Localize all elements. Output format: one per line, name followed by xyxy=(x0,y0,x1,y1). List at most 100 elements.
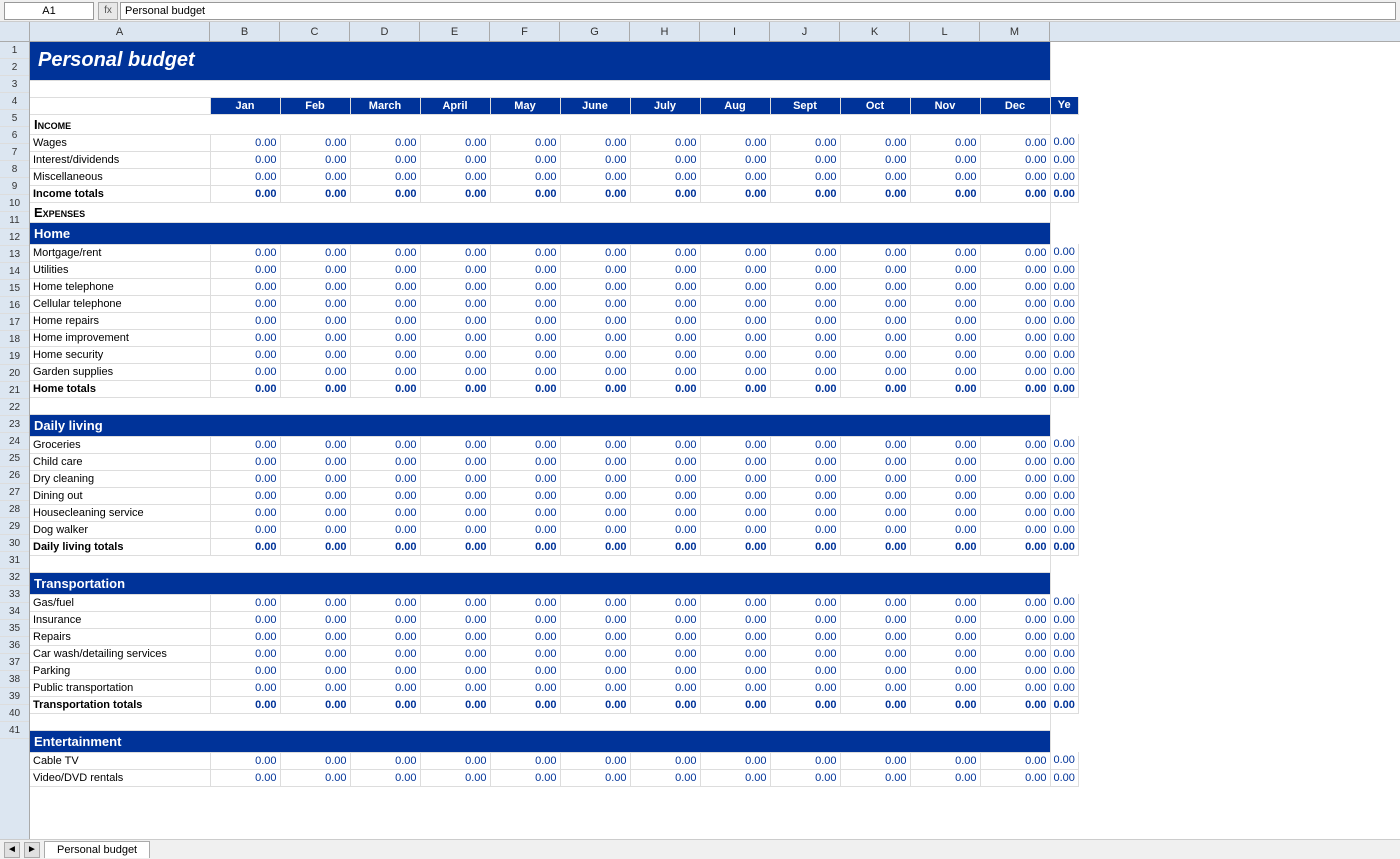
income-value-cell[interactable]: 0.00 xyxy=(630,151,700,168)
home-value[interactable]: 0.00 xyxy=(630,312,700,329)
col-header-g[interactable]: G xyxy=(560,22,630,41)
home-value[interactable]: 0.00 xyxy=(770,244,840,261)
transportation-value[interactable]: 0.00 xyxy=(350,645,420,662)
transportation-value[interactable]: 0.00 xyxy=(350,628,420,645)
home-value[interactable]: 0.00 xyxy=(630,261,700,278)
income-value-cell[interactable]: 0.00 xyxy=(700,151,770,168)
transportation-value[interactable]: 0.00 xyxy=(1050,611,1078,628)
transportation-totals-label[interactable]: Transportation totals xyxy=(30,696,210,713)
daily-living-value[interactable]: 0.00 xyxy=(490,504,560,521)
income-value-cell[interactable]: 0.00 xyxy=(420,151,490,168)
table-row[interactable] xyxy=(30,397,1078,414)
transportation-value[interactable]: 0.00 xyxy=(910,679,980,696)
daily-living-value[interactable]: 0.00 xyxy=(350,453,420,470)
transportation-value[interactable]: 0.00 xyxy=(630,594,700,611)
home-value[interactable]: 0.00 xyxy=(910,295,980,312)
home-value[interactable]: 0.00 xyxy=(630,244,700,261)
transportation-value[interactable]: 0.00 xyxy=(840,628,910,645)
entertainment-value[interactable]: 0.00 xyxy=(1050,752,1078,769)
income-value-cell[interactable]: 0.00 xyxy=(350,134,420,151)
transportation-value[interactable]: 0.00 xyxy=(840,611,910,628)
transportation-value[interactable]: 0.00 xyxy=(630,628,700,645)
home-value[interactable]: 0.00 xyxy=(700,261,770,278)
formula-input[interactable] xyxy=(120,2,1396,20)
home-value[interactable]: 0.00 xyxy=(560,278,630,295)
home-value[interactable]: 0.00 xyxy=(1050,295,1078,312)
income-totals-value[interactable]: 0.00 xyxy=(700,185,770,202)
home-totals-value[interactable]: 0.00 xyxy=(700,380,770,397)
transportation-totals-value[interactable]: 0.00 xyxy=(280,696,350,713)
income-value-cell[interactable]: 0.00 xyxy=(560,151,630,168)
daily-living-value[interactable]: 0.00 xyxy=(700,487,770,504)
transportation-value[interactable]: 0.00 xyxy=(840,594,910,611)
income-value-cell[interactable]: 0.00 xyxy=(840,151,910,168)
home-totals-value[interactable]: 0.00 xyxy=(1050,380,1078,397)
daily-living-value[interactable]: 0.00 xyxy=(910,436,980,453)
daily-living-value[interactable]: 0.00 xyxy=(700,470,770,487)
transportation-row-label[interactable]: Repairs xyxy=(30,628,210,645)
entertainment-value[interactable]: 0.00 xyxy=(280,752,350,769)
daily-living-value[interactable]: 0.00 xyxy=(630,487,700,504)
home-value[interactable]: 0.00 xyxy=(700,244,770,261)
home-value[interactable]: 0.00 xyxy=(280,312,350,329)
home-value[interactable]: 0.00 xyxy=(700,312,770,329)
transportation-value[interactable]: 0.00 xyxy=(1050,645,1078,662)
table-row[interactable]: Personal budget xyxy=(30,42,1078,80)
spreadsheet-title[interactable]: Personal budget xyxy=(30,42,1050,80)
home-value[interactable]: 0.00 xyxy=(700,278,770,295)
home-value[interactable]: 0.00 xyxy=(980,278,1050,295)
home-value[interactable]: 0.00 xyxy=(490,244,560,261)
income-value-cell[interactable]: 0.00 xyxy=(350,168,420,185)
income-value-cell[interactable]: 0.00 xyxy=(490,151,560,168)
table-row[interactable]: Cable TV0.000.000.000.000.000.000.000.00… xyxy=(30,752,1078,769)
transportation-value[interactable]: 0.00 xyxy=(910,628,980,645)
transportation-value[interactable]: 0.00 xyxy=(350,662,420,679)
daily-living-value[interactable]: 0.00 xyxy=(910,453,980,470)
daily-living-totals-value[interactable]: 0.00 xyxy=(1050,538,1078,555)
income-value-cell[interactable]: 0.00 xyxy=(980,134,1050,151)
daily-living-value[interactable]: 0.00 xyxy=(770,470,840,487)
home-value[interactable]: 0.00 xyxy=(490,363,560,380)
daily-living-value[interactable]: 0.00 xyxy=(560,453,630,470)
home-value[interactable]: 0.00 xyxy=(1050,363,1078,380)
income-totals-label[interactable]: Income totals xyxy=(30,185,210,202)
home-value[interactable]: 0.00 xyxy=(490,329,560,346)
home-totals-value[interactable]: 0.00 xyxy=(980,380,1050,397)
income-totals-value[interactable]: 0.00 xyxy=(490,185,560,202)
entertainment-row-label[interactable]: Video/DVD rentals xyxy=(30,769,210,786)
income-value-cell[interactable]: 0.00 xyxy=(840,134,910,151)
table-row[interactable]: Miscellaneous0.000.000.000.000.000.000.0… xyxy=(30,168,1078,185)
home-value[interactable]: 0.00 xyxy=(630,363,700,380)
entertainment-value[interactable]: 0.00 xyxy=(1050,769,1078,786)
home-value[interactable]: 0.00 xyxy=(700,363,770,380)
transportation-value[interactable]: 0.00 xyxy=(210,645,280,662)
daily-living-value[interactable]: 0.00 xyxy=(630,521,700,538)
transportation-value[interactable]: 0.00 xyxy=(350,679,420,696)
table-row[interactable]: Housecleaning service0.000.000.000.000.0… xyxy=(30,504,1078,521)
home-row-label[interactable]: Utilities xyxy=(30,261,210,278)
col-header-k[interactable]: K xyxy=(840,22,910,41)
home-value[interactable]: 0.00 xyxy=(840,346,910,363)
transportation-totals-value[interactable]: 0.00 xyxy=(770,696,840,713)
table-row[interactable]: Dog walker0.000.000.000.000.000.000.000.… xyxy=(30,521,1078,538)
transportation-value[interactable]: 0.00 xyxy=(1050,679,1078,696)
transportation-row-label[interactable]: Public transportation xyxy=(30,679,210,696)
daily-living-value[interactable]: 0.00 xyxy=(840,521,910,538)
income-totals-value[interactable]: 0.00 xyxy=(350,185,420,202)
grid[interactable]: Personal budgetJanFebMarchAprilMayJuneJu… xyxy=(30,42,1400,839)
home-value[interactable]: 0.00 xyxy=(490,295,560,312)
income-value-cell[interactable]: 0.00 xyxy=(700,134,770,151)
daily-living-value[interactable]: 0.00 xyxy=(560,521,630,538)
home-value[interactable]: 0.00 xyxy=(770,329,840,346)
home-value[interactable]: 0.00 xyxy=(210,346,280,363)
home-row-label[interactable]: Mortgage/rent xyxy=(30,244,210,261)
home-value[interactable]: 0.00 xyxy=(840,278,910,295)
home-value[interactable]: 0.00 xyxy=(350,329,420,346)
daily-living-totals-value[interactable]: 0.00 xyxy=(770,538,840,555)
transportation-value[interactable]: 0.00 xyxy=(490,645,560,662)
daily-living-value[interactable]: 0.00 xyxy=(490,487,560,504)
home-value[interactable]: 0.00 xyxy=(910,312,980,329)
transportation-totals-value[interactable]: 0.00 xyxy=(630,696,700,713)
daily-living-value[interactable]: 0.00 xyxy=(350,521,420,538)
entertainment-value[interactable]: 0.00 xyxy=(910,752,980,769)
